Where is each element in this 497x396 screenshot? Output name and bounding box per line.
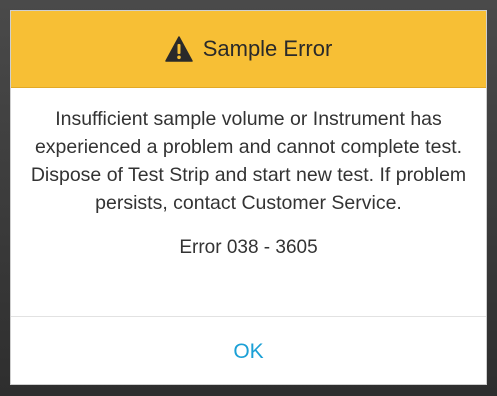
ok-button[interactable]: OK bbox=[11, 317, 486, 384]
dialog-title: Sample Error bbox=[202, 36, 333, 61]
warning-icon bbox=[164, 36, 193, 62]
dialog-body: Insufficient sample volume or Instrument… bbox=[11, 105, 486, 259]
dialog-header: Sample Error bbox=[11, 11, 486, 88]
sample-error-dialog: Sample Error Insufficient sample volume … bbox=[10, 10, 487, 385]
error-code: Error 038 - 3605 bbox=[179, 237, 318, 258]
error-message: Insufficient sample volume or Instrument… bbox=[30, 108, 467, 214]
